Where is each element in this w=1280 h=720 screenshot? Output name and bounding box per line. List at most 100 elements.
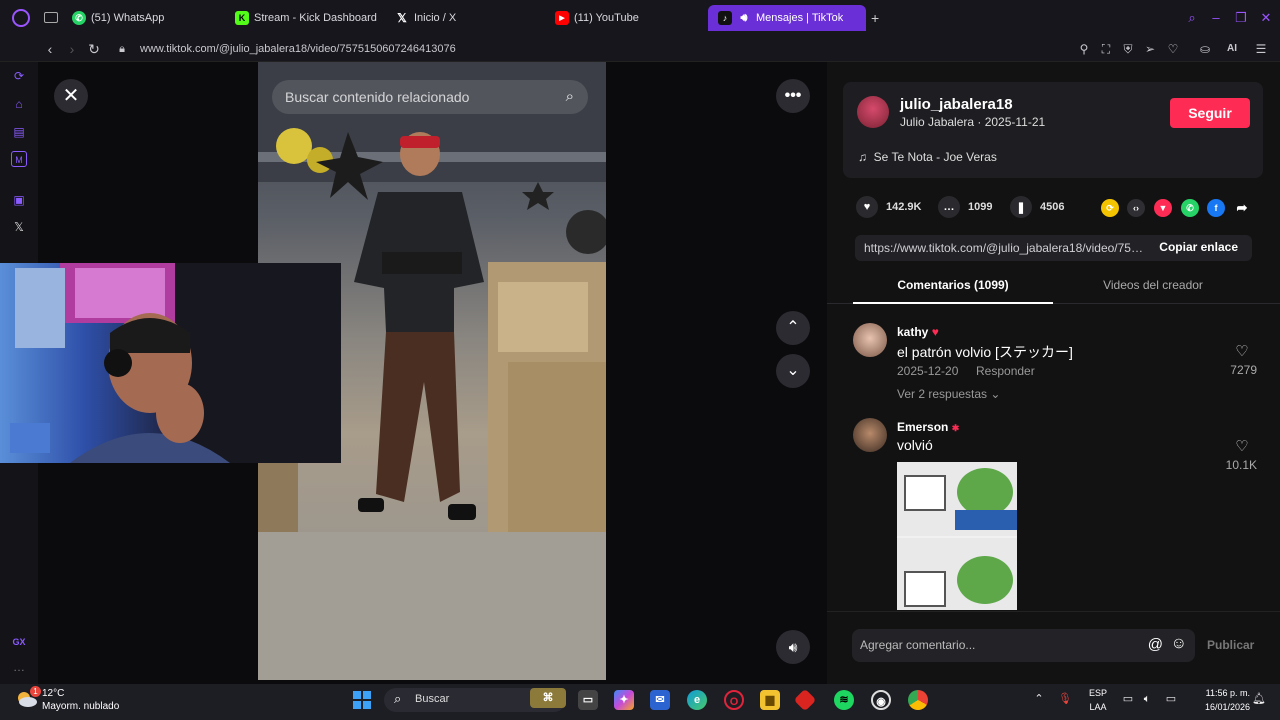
tab-whatsapp[interactable]: ✆ (51) WhatsApp <box>72 5 164 31</box>
follow-button[interactable]: Seguir <box>1170 98 1250 128</box>
send-icon[interactable]: ➢ <box>1142 41 1158 57</box>
publish-button[interactable]: Publicar <box>1207 638 1254 652</box>
ai-button[interactable]: AI <box>1220 41 1244 57</box>
keyboard-layout: LAA <box>1089 702 1107 712</box>
commenter-name[interactable]: Emerson ✱ <box>897 420 959 434</box>
next-video-button[interactable]: ⌄ <box>776 354 810 388</box>
commenter-avatar[interactable] <box>853 418 887 452</box>
search-highlight-icon[interactable]: ⌘ <box>530 688 566 708</box>
tab-comments[interactable]: Comentarios (1099) <box>853 278 1053 292</box>
heart-icon[interactable]: ♡ <box>1165 41 1181 57</box>
previous-video-button[interactable]: ⌃ <box>776 311 810 345</box>
volume-button[interactable]: 🔊︎ <box>776 630 810 664</box>
mention-icon[interactable]: @ <box>1148 636 1163 653</box>
comment-stat[interactable]: … 1099 <box>938 196 992 218</box>
x-icon[interactable]: 𝕏 <box>11 219 27 235</box>
search-tabs-icon[interactable]: ⌕ <box>1184 10 1200 26</box>
file-explorer-icon[interactable]: ▆ <box>760 690 780 710</box>
creator-avatar[interactable] <box>857 96 889 128</box>
comment-date: 2025-12-20 <box>897 364 959 378</box>
clock-time[interactable]: 11:56 p. m. <box>1190 688 1250 698</box>
tab-x[interactable]: 𝕏 Inicio / X <box>395 5 456 31</box>
volume-icon[interactable]: 🔈︎ <box>1140 692 1154 706</box>
gx-icon[interactable]: GX <box>11 634 27 650</box>
video-link[interactable]: https://www.tiktok.com/@julio_jabalera18… <box>864 241 1149 255</box>
reload-icon[interactable]: ↻ <box>86 40 102 58</box>
copilot-icon[interactable]: ✦ <box>614 690 634 710</box>
tab-kick[interactable]: K Stream - Kick Dashboard <box>235 5 377 31</box>
repost-share-icon[interactable]: ⟳ <box>1101 199 1119 217</box>
commenter-name[interactable]: kathy ♥ <box>897 325 939 339</box>
view-replies-label: Ver 2 respuestas <box>897 387 988 401</box>
kick-icon: K <box>235 11 249 25</box>
more-icon[interactable]: … <box>11 659 27 675</box>
search-icon[interactable]: ⌕ <box>566 88 574 105</box>
tray-expand-icon[interactable]: ⌃ <box>1032 692 1046 706</box>
save-stat[interactable]: ❚ 4506 <box>1010 196 1064 218</box>
spotify-icon[interactable]: ≋ <box>834 690 854 710</box>
music-link[interactable]: ♫ Se Te Nota - Joe Veras <box>858 150 997 164</box>
chrome-icon[interactable] <box>908 690 928 710</box>
lock-icon[interactable]: 🔒︎ <box>114 40 130 58</box>
back-icon[interactable]: ‹ <box>42 40 58 58</box>
shield-icon[interactable]: ⛨ <box>1120 41 1136 57</box>
forward-icon[interactable]: › <box>64 40 80 58</box>
opera-logo-icon[interactable] <box>12 9 30 27</box>
tab-creator-videos[interactable]: Videos del creador <box>1053 278 1253 292</box>
new-tab-button[interactable]: + <box>871 10 879 26</box>
url-field[interactable]: www.tiktok.com/@julio_jabalera18/video/7… <box>140 40 456 58</box>
copy-link-button[interactable]: Copiar enlace <box>1159 240 1238 254</box>
comment-input[interactable]: Agregar comentario... @ ☺ <box>852 629 1195 662</box>
edge-icon[interactable]: e <box>687 690 707 710</box>
maximize-icon[interactable]: ❐ <box>1233 10 1249 26</box>
view-replies-button[interactable]: Ver 2 respuestas ⌄ <box>897 387 1000 401</box>
wallet-icon[interactable]: ⛀ <box>1197 41 1213 57</box>
snapshot-icon[interactable]: ⛶ <box>1098 41 1114 57</box>
browser-tab-bar: ✆ (51) WhatsApp K Stream - Kick Dashboar… <box>0 0 1280 36</box>
task-view-icon[interactable]: ▭ <box>578 690 598 710</box>
tab-tiktok[interactable]: ♪ 🔊︎ Mensajes | TikTok <box>708 5 866 31</box>
comment-sticker-image[interactable] <box>897 462 1017 610</box>
wallet-icon[interactable]: ▤ <box>11 124 27 140</box>
like-comment-icon[interactable]: ♡ <box>1232 342 1252 360</box>
close-window-icon[interactable]: ✕ <box>1258 10 1274 26</box>
weather-widget[interactable]: 1 <box>16 686 41 710</box>
obs-icon[interactable]: ◉ <box>871 690 891 710</box>
twitch-icon[interactable]: ▣ <box>11 192 27 208</box>
opera-gx-icon[interactable]: O <box>724 690 744 710</box>
network-icon[interactable]: ▭ <box>1121 692 1135 706</box>
webcam-overlay <box>0 263 341 463</box>
outlook-icon[interactable]: ✉ <box>650 690 670 710</box>
windows-start-icon[interactable] <box>352 690 372 710</box>
tab-island-icon[interactable] <box>44 12 58 23</box>
more-share-icon[interactable]: ➦ <box>1233 199 1251 217</box>
close-video-button[interactable]: ✕ <box>54 79 88 113</box>
send-share-icon[interactable]: ▼ <box>1154 199 1172 217</box>
menu-icon[interactable]: ☰ <box>1253 41 1269 57</box>
language-indicator[interactable]: ESP <box>1088 688 1108 698</box>
related-search-input[interactable]: Buscar contenido relacionado ⌕ <box>272 80 588 114</box>
commenter-avatar[interactable] <box>853 323 887 357</box>
speaker-icon[interactable]: 🔊︎ <box>737 11 751 25</box>
more-options-button[interactable]: ••• <box>776 79 810 113</box>
pin-icon[interactable]: ⚲ <box>1076 41 1092 57</box>
reply-button[interactable]: Responder <box>976 364 1035 378</box>
like-comment-icon[interactable]: ♡ <box>1232 437 1252 455</box>
microphone-icon[interactable]: 🎙︎ <box>1058 692 1072 706</box>
webcam-frame <box>10 263 341 463</box>
tab-youtube[interactable]: ▶ (11) YouTube <box>555 5 639 31</box>
emoji-icon[interactable]: ☺ <box>1171 635 1187 653</box>
flow-icon[interactable]: ⟳ <box>11 68 27 84</box>
creator-username[interactable]: julio_jabalera18 <box>900 96 1013 113</box>
clock-date[interactable]: 16/01/2026 <box>1190 702 1250 712</box>
notification-icon[interactable]: 🔔︎ <box>1252 692 1266 706</box>
embed-share-icon[interactable]: ‹› <box>1127 199 1145 217</box>
facebook-share-icon[interactable]: f <box>1207 199 1225 217</box>
mail-icon[interactable]: M <box>11 151 27 167</box>
whatsapp-share-icon[interactable]: ✆ <box>1181 199 1199 217</box>
minimize-icon[interactable]: – <box>1208 10 1224 26</box>
tiktok-icon: ♪ <box>718 11 732 25</box>
like-stat[interactable]: ♥ 142.9K <box>856 196 921 218</box>
cart-icon[interactable]: ⌂ <box>11 96 27 112</box>
battery-icon[interactable]: ▭ <box>1162 692 1180 706</box>
